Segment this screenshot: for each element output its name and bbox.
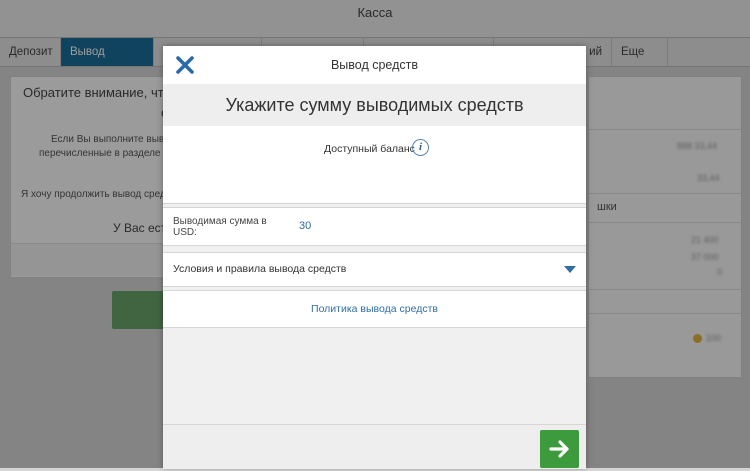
terms-label: Условия и правила вывода средств [173, 263, 347, 275]
policy-row: Политика вывода средств [163, 290, 586, 328]
amount-label: Выводимая сумма в USD: [173, 216, 267, 238]
balance-box: Доступный баланс i [163, 126, 586, 204]
terms-dropdown[interactable]: Условия и правила вывода средств [163, 252, 586, 287]
policy-link[interactable]: Политика вывода средств [311, 303, 438, 315]
withdraw-modal: Вывод средств Укажите сумму выводимых ср… [163, 46, 586, 469]
arrow-right-icon [549, 440, 569, 458]
modal-title: Вывод средств [330, 58, 419, 72]
chevron-down-icon[interactable] [564, 266, 576, 273]
amount-input[interactable] [299, 216, 559, 236]
modal-heading: Укажите сумму выводимых средств [163, 84, 586, 126]
amount-row: Выводимая сумма в USD: [163, 207, 586, 246]
modal-footer [163, 424, 586, 469]
next-button[interactable] [540, 430, 579, 468]
balance-label: Доступный баланс [324, 143, 415, 155]
info-icon[interactable]: i [412, 139, 429, 156]
modal-header: Вывод средств [163, 46, 586, 84]
